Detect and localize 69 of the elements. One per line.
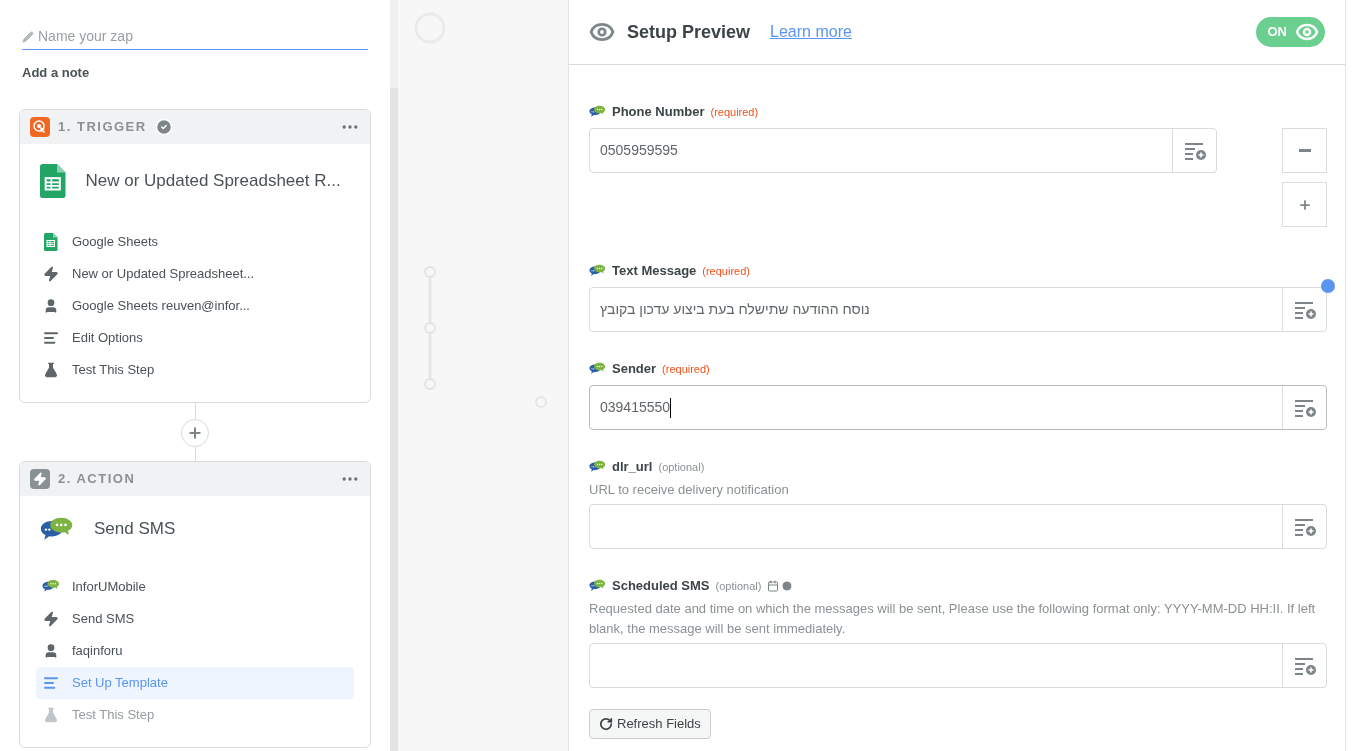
spreadsheet-icon <box>40 163 66 198</box>
input-field[interactable]: 0505959595 <box>589 128 1217 173</box>
refresh-icon <box>599 717 613 731</box>
input-field[interactable]: נוסח ההודעה שתישלח בעת ביצוע עדכון בקובץ <box>589 287 1327 332</box>
step-number: 2. ACTION <box>58 469 136 488</box>
input-field[interactable]: 039415550 <box>589 385 1327 430</box>
action-badge-icon <box>30 468 50 489</box>
plus-icon <box>187 424 203 441</box>
chat-bubbles-icon <box>589 460 606 474</box>
field-help-text: URL to receive delivery notification <box>589 481 790 499</box>
field-requirement: (required) <box>710 104 759 120</box>
field-label: Phone Number <box>612 103 705 122</box>
clock-icon <box>781 580 794 592</box>
field-label: Text Message <box>612 262 697 281</box>
step-title: Send SMS <box>94 518 176 541</box>
chat-bubbles-icon <box>589 264 606 278</box>
field-help-text: Requested date and time on which the messages will be sent, Please use the following format only: YYYY-MM-DD HH:II. If left blank, the message will be sent immediately. <box>589 600 1317 638</box>
list-plus-icon <box>1182 140 1207 161</box>
add-step-button[interactable] <box>181 418 209 447</box>
step-menu-item[interactable]: Google Sheets reuven@infor... <box>36 289 354 322</box>
chat-bubbles-icon <box>40 515 74 543</box>
flask-icon <box>43 706 59 723</box>
field-requirement: (required) <box>702 263 750 279</box>
step-menu-item[interactable]: Test This Step <box>36 353 354 386</box>
field-label: Sender <box>612 360 657 379</box>
field-label: Scheduled SMS <box>612 577 710 596</box>
panel-title: Setup Preview <box>627 20 751 44</box>
step-menu-item[interactable]: Send SMS <box>36 602 354 635</box>
input-field[interactable] <box>589 643 1327 688</box>
list-plus-icon <box>1292 397 1317 418</box>
trigger-badge-icon <box>30 116 50 137</box>
lines-icon <box>43 329 59 346</box>
user-icon <box>43 642 59 659</box>
minus-icon <box>1298 149 1311 152</box>
step-menu-item[interactable]: faqinforu <box>36 634 354 667</box>
chat-bubbles-icon <box>42 579 60 594</box>
flask-icon <box>43 361 59 378</box>
field-value: 0505959595 <box>600 141 678 160</box>
plus-icon <box>1297 197 1312 212</box>
text-cursor <box>670 397 672 418</box>
lightning-icon <box>43 610 59 627</box>
chat-bubbles-icon <box>589 579 606 593</box>
field-requirement: (optional) <box>658 459 705 475</box>
spreadsheet-icon <box>44 232 58 251</box>
field-value: 039415550 <box>600 398 671 417</box>
step-menu-item[interactable]: New or Updated Spreadsheet... <box>36 257 354 290</box>
add-note-link[interactable]: Add a note <box>22 63 90 83</box>
field-requirement: (required) <box>662 361 710 377</box>
list-plus-icon <box>1292 299 1317 320</box>
step-number: 1. TRIGGER <box>58 117 147 136</box>
pencil-icon <box>22 30 34 43</box>
step-menu-item[interactable]: Google Sheets <box>36 225 354 258</box>
field-label: dlr_url <box>612 458 653 477</box>
lines-icon <box>43 674 59 691</box>
input-field[interactable] <box>589 504 1327 549</box>
refresh-fields-button[interactable]: Refresh Fields <box>589 709 711 739</box>
list-plus-icon <box>1292 516 1317 537</box>
step-menu-item[interactable]: Edit Options <box>36 321 354 354</box>
user-icon <box>43 297 59 314</box>
placeholder: Name your zap <box>38 27 133 46</box>
field-requirement: (optional) <box>715 578 762 594</box>
field-value: נוסח ההודעה שתישלח בעת ביצוע עדכון בקובץ <box>600 300 870 319</box>
chat-bubbles-icon <box>589 105 606 119</box>
chat-bubbles-icon <box>589 362 606 376</box>
lightning-icon <box>43 265 59 282</box>
step-menu-item[interactable]: InforUMobile <box>36 570 354 603</box>
step-title: New or Updated Spreadsheet R... <box>85 169 341 192</box>
list-plus-icon <box>1292 655 1317 676</box>
calendar-icon <box>767 580 780 592</box>
